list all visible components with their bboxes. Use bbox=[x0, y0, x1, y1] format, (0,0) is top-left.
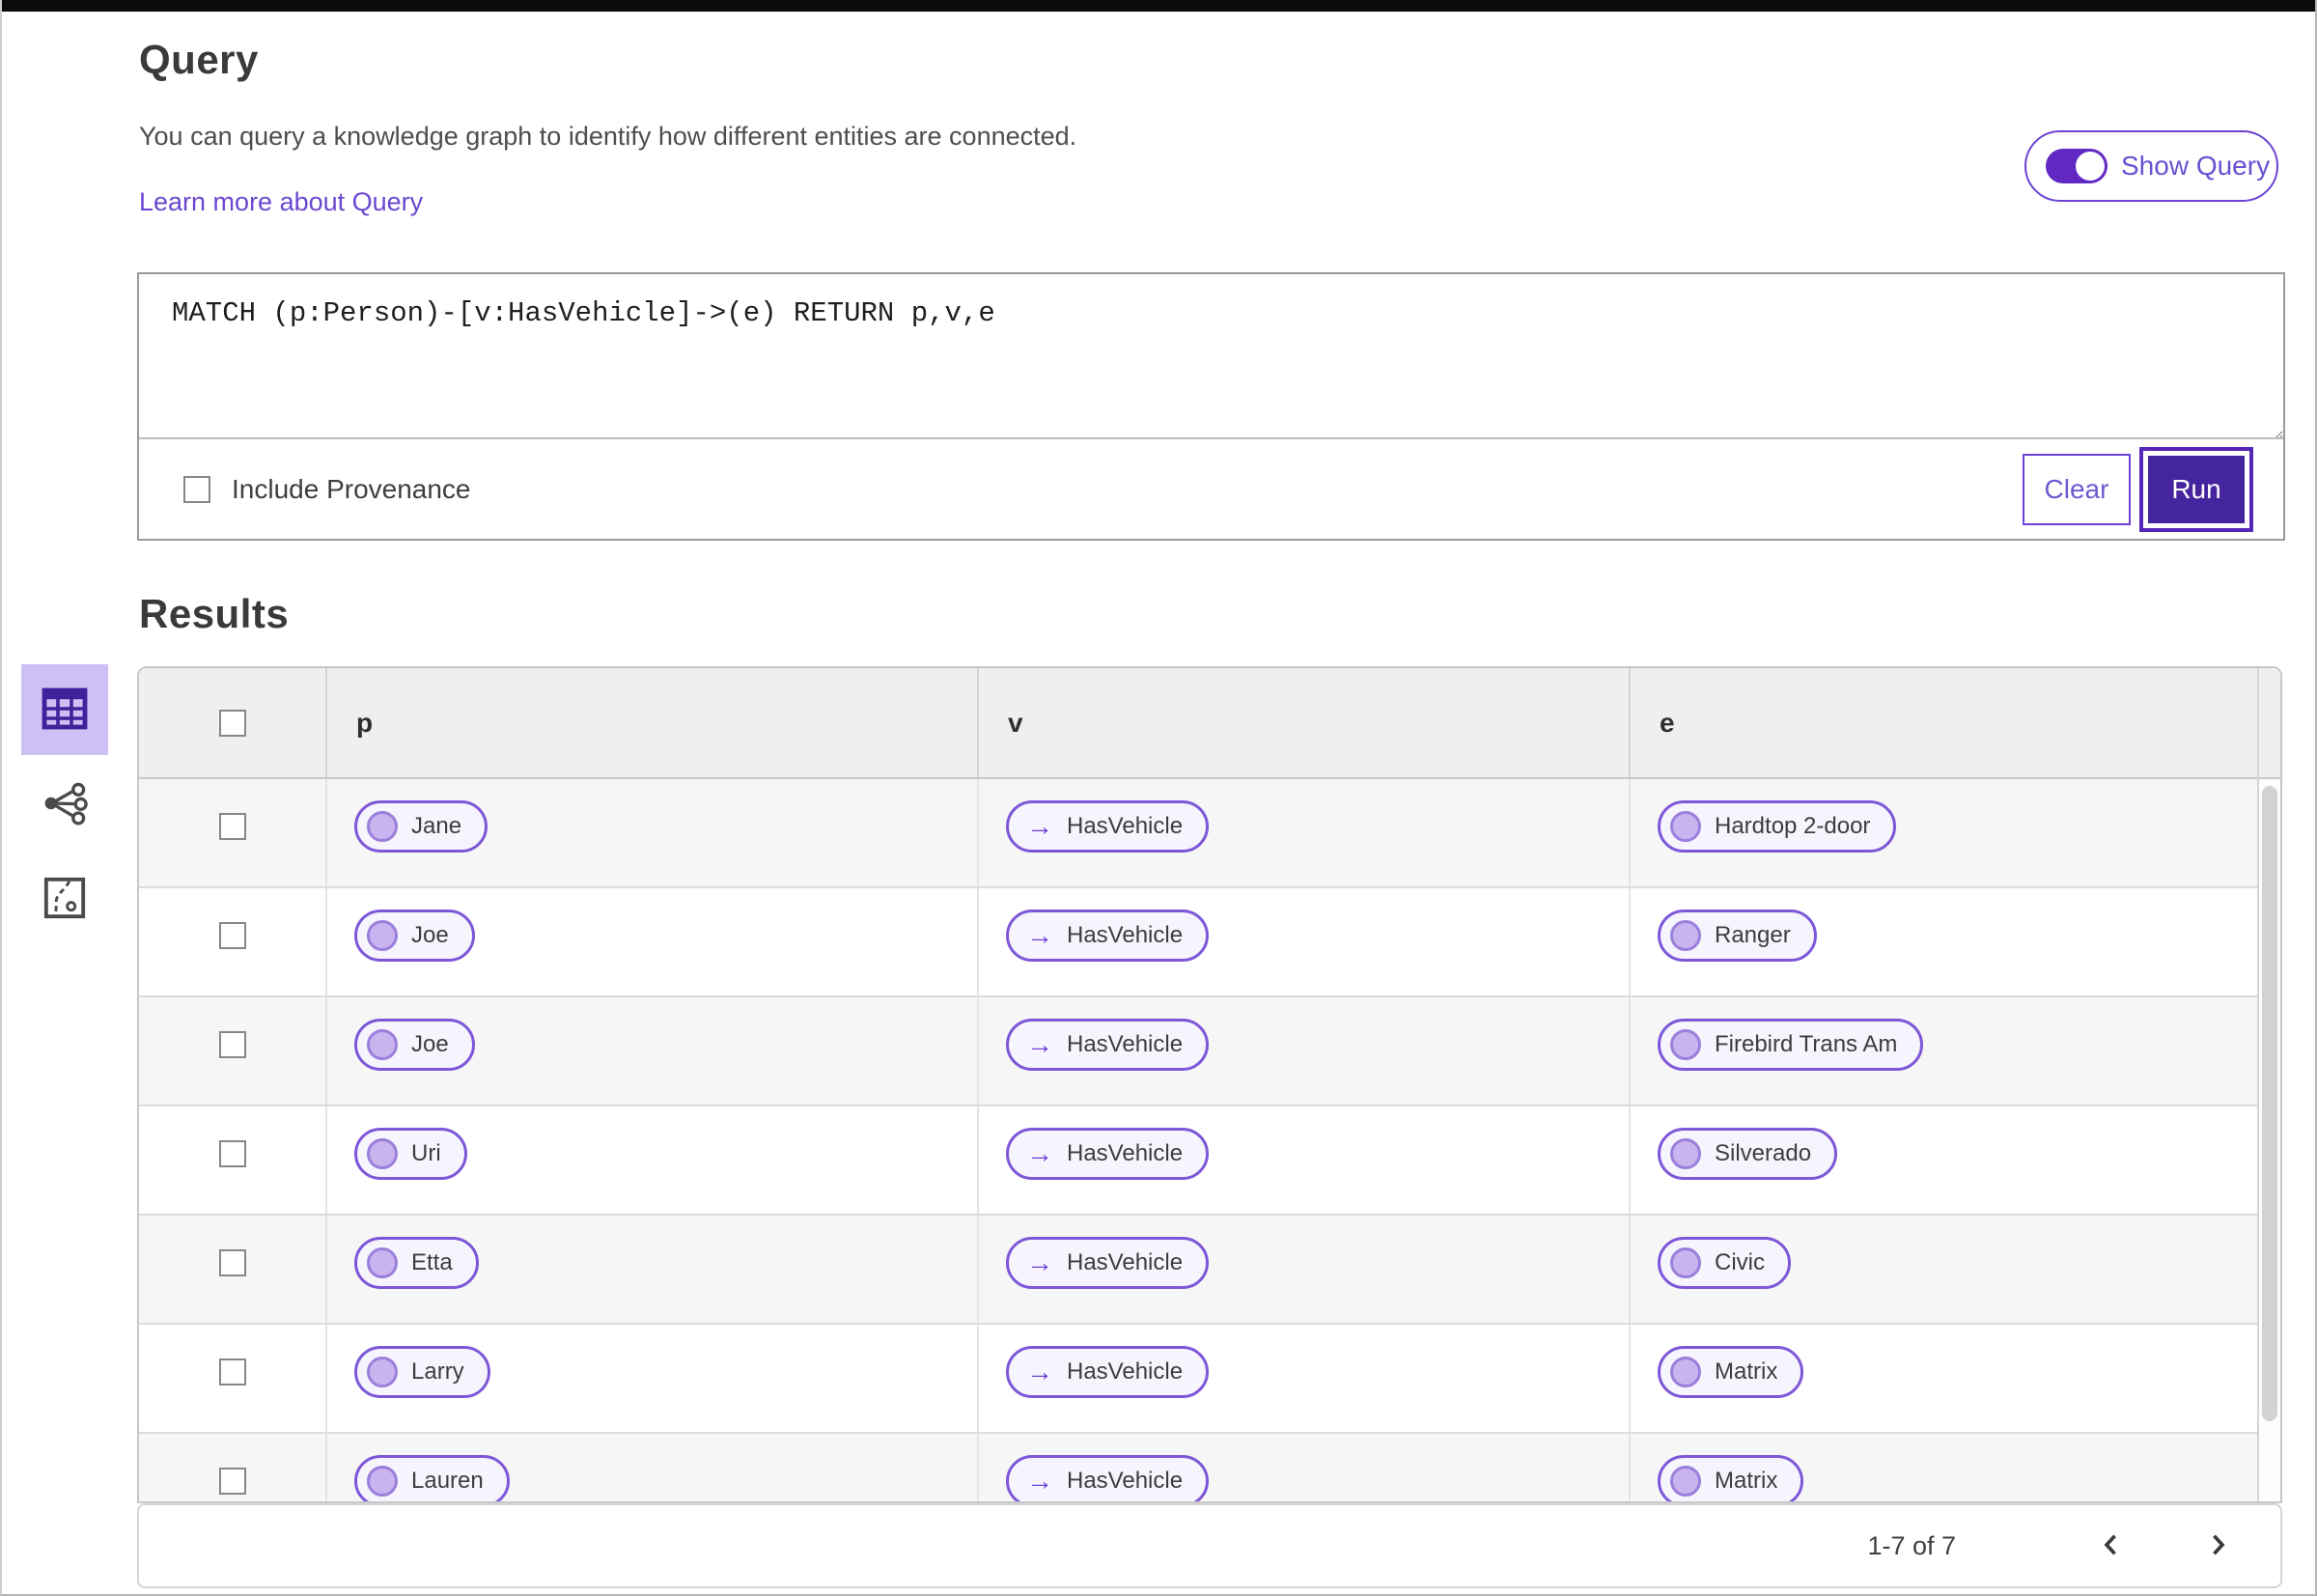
row-checkbox[interactable] bbox=[218, 921, 246, 949]
arrow-right-icon bbox=[1026, 1358, 1053, 1386]
query-description: You can query a knowledge graph to ident… bbox=[139, 122, 1077, 151]
learn-more-link[interactable]: Learn more about Query bbox=[139, 187, 423, 217]
scrollbar-header-cap bbox=[2259, 668, 2280, 779]
pagination-range-label: 1-7 of 7 bbox=[1867, 1530, 1956, 1560]
entity-pill[interactable]: Joe bbox=[354, 909, 475, 962]
previous-page-button[interactable] bbox=[2083, 1528, 2139, 1564]
entity-pill[interactable]: Jane bbox=[354, 799, 489, 853]
node-circle-icon bbox=[367, 1465, 398, 1497]
entity-pill[interactable]: Lauren bbox=[354, 1454, 510, 1501]
window-top-edge bbox=[2, 0, 2315, 12]
node-circle-icon bbox=[367, 1137, 398, 1169]
include-provenance-label: Include Provenance bbox=[232, 473, 471, 504]
clear-button[interactable]: Clear bbox=[2023, 453, 2131, 525]
node-circle-icon bbox=[1670, 1137, 1701, 1169]
edge-pill[interactable]: HasVehicle bbox=[1006, 1127, 1210, 1180]
table-view-button[interactable] bbox=[21, 664, 108, 755]
node-circle-icon bbox=[367, 1356, 398, 1387]
table-icon bbox=[42, 687, 88, 733]
toggle-knob bbox=[2076, 152, 2105, 181]
arrow-right-icon bbox=[1026, 1249, 1053, 1276]
show-query-label: Show Query bbox=[2121, 151, 2271, 181]
toggle-on-icon[interactable] bbox=[2046, 149, 2108, 183]
node-circle-icon bbox=[1670, 919, 1701, 951]
table-row: Larry HasVehicle Matrix bbox=[139, 1325, 2280, 1434]
node-circle-icon bbox=[1670, 810, 1701, 842]
results-view-switcher bbox=[21, 664, 108, 944]
column-header-p: p bbox=[356, 707, 374, 738]
column-header-e: e bbox=[1660, 707, 1675, 738]
node-circle-icon bbox=[1670, 1028, 1701, 1060]
entity-pill[interactable]: Hardtop 2-door bbox=[1658, 799, 1897, 853]
arrow-right-icon bbox=[1026, 1031, 1053, 1058]
scrollbar-thumb[interactable] bbox=[2262, 786, 2277, 1421]
results-section-title: Results bbox=[139, 591, 290, 636]
show-query-toggle[interactable]: Show Query bbox=[2024, 130, 2278, 202]
entity-pill[interactable]: Ranger bbox=[1658, 909, 1817, 962]
query-input[interactable]: MATCH (p:Person)-[v:HasVehicle]->(e) RET… bbox=[139, 274, 2283, 439]
query-editor-footer: Include Provenance Clear Run bbox=[139, 437, 2283, 539]
edge-pill[interactable]: HasVehicle bbox=[1006, 909, 1210, 962]
column-header-v: v bbox=[1008, 707, 1023, 738]
query-page: Query You can query a knowledge graph to… bbox=[0, 0, 2317, 1596]
table-row: Jane HasVehicle Hardtop 2-door bbox=[139, 779, 2280, 888]
node-circle-icon bbox=[1670, 1246, 1701, 1278]
arrow-right-icon bbox=[1026, 1468, 1053, 1495]
entity-pill[interactable]: Civic bbox=[1658, 1236, 1791, 1289]
arrow-right-icon bbox=[1026, 922, 1053, 949]
graph-view-button[interactable] bbox=[21, 759, 108, 850]
table-row: Joe HasVehicle Ranger bbox=[139, 888, 2280, 997]
entity-pill[interactable]: Larry bbox=[354, 1345, 490, 1398]
entity-pill[interactable]: Matrix bbox=[1658, 1454, 1804, 1501]
row-checkbox[interactable] bbox=[218, 1139, 246, 1167]
node-circle-icon bbox=[367, 1246, 398, 1278]
select-all-checkbox[interactable] bbox=[218, 709, 246, 737]
row-checkbox[interactable] bbox=[218, 1467, 246, 1495]
pagination-bar: 1-7 of 7 bbox=[137, 1503, 2282, 1588]
edge-pill[interactable]: HasVehicle bbox=[1006, 1345, 1210, 1398]
route-icon bbox=[42, 876, 87, 923]
edge-pill[interactable]: HasVehicle bbox=[1006, 799, 1210, 853]
node-circle-icon bbox=[367, 919, 398, 951]
graph-icon bbox=[41, 779, 89, 830]
edge-pill[interactable]: HasVehicle bbox=[1006, 1454, 1210, 1501]
run-button[interactable]: Run bbox=[2148, 455, 2245, 523]
node-circle-icon bbox=[1670, 1465, 1701, 1497]
chevron-right-icon bbox=[2201, 1528, 2234, 1564]
node-circle-icon bbox=[367, 1028, 398, 1060]
query-section-title: Query bbox=[139, 37, 259, 82]
edge-pill[interactable]: HasVehicle bbox=[1006, 1018, 1210, 1071]
row-checkbox[interactable] bbox=[218, 812, 246, 840]
entity-pill[interactable]: Uri bbox=[354, 1127, 467, 1180]
arrow-right-icon bbox=[1026, 1140, 1053, 1167]
entity-pill[interactable]: Joe bbox=[354, 1018, 475, 1071]
vertical-scrollbar[interactable] bbox=[2257, 668, 2280, 1501]
chevron-left-icon bbox=[2095, 1528, 2128, 1564]
table-row: Joe HasVehicle Firebird Trans Am bbox=[139, 997, 2280, 1106]
row-checkbox[interactable] bbox=[218, 1248, 246, 1276]
table-row: Etta HasVehicle Civic bbox=[139, 1216, 2280, 1325]
arrow-right-icon bbox=[1026, 813, 1053, 840]
table-row: Lauren HasVehicle Matrix bbox=[139, 1434, 2280, 1501]
query-editor-panel: MATCH (p:Person)-[v:HasVehicle]->(e) RET… bbox=[137, 272, 2285, 541]
table-body: Jane HasVehicle Hardtop 2-door Joe bbox=[139, 779, 2280, 1501]
edge-pill[interactable]: HasVehicle bbox=[1006, 1236, 1210, 1289]
node-circle-icon bbox=[1670, 1356, 1701, 1387]
table-row: Uri HasVehicle Silverado bbox=[139, 1106, 2280, 1216]
entity-pill[interactable]: Etta bbox=[354, 1236, 479, 1289]
node-circle-icon bbox=[367, 810, 398, 842]
map-view-button[interactable] bbox=[21, 854, 108, 944]
entity-pill[interactable]: Silverado bbox=[1658, 1127, 1838, 1180]
entity-pill[interactable]: Firebird Trans Am bbox=[1658, 1018, 1924, 1071]
entity-pill[interactable]: Matrix bbox=[1658, 1345, 1804, 1398]
next-page-button[interactable] bbox=[2190, 1528, 2246, 1564]
row-checkbox[interactable] bbox=[218, 1030, 246, 1058]
table-header-row: p v e bbox=[139, 668, 2280, 779]
include-provenance-checkbox[interactable] bbox=[183, 475, 210, 503]
row-checkbox[interactable] bbox=[218, 1358, 246, 1386]
results-table: p v e Jane HasVehicle Hardtop 2-door bbox=[137, 666, 2282, 1503]
